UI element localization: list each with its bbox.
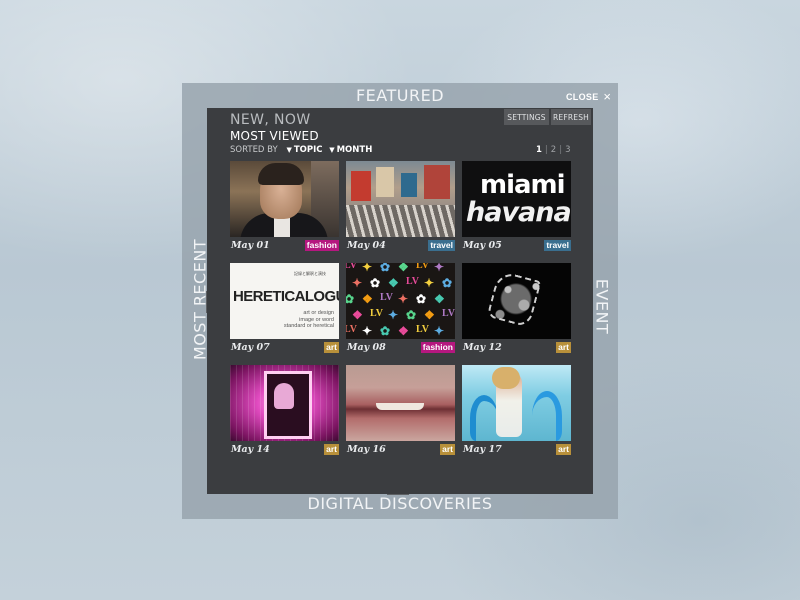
close-label: CLOSE — [566, 92, 599, 102]
thumbnail-image: miami havana — [462, 161, 571, 237]
tile-date: May 04 — [347, 240, 386, 251]
page-1-link[interactable]: 1 — [536, 145, 542, 155]
panel-subtitle: MOST VIEWED — [230, 129, 319, 143]
category-tag[interactable]: art — [324, 444, 339, 455]
monogram-pattern-glyph: LV — [406, 276, 419, 287]
category-tag[interactable]: travel — [428, 240, 455, 251]
tile-date: May 17 — [463, 444, 502, 455]
tile-may-04[interactable]: May 04 travel — [346, 161, 455, 257]
sorted-by-label: SORTED BY — [230, 145, 278, 155]
tile-may-16[interactable]: May 16 art — [346, 365, 455, 461]
tile-date: May 01 — [231, 240, 270, 251]
thumbnail-text: HERETICALOGUE — [233, 288, 339, 305]
thumbnail-image — [230, 161, 339, 237]
close-button[interactable]: CLOSE × — [566, 88, 612, 104]
page-separator: | — [544, 145, 548, 155]
category-tag[interactable]: fashion — [420, 342, 455, 353]
monogram-pattern-glyph: ✦ — [362, 263, 373, 274]
thumbnail-text: art or design image or word standard or … — [283, 310, 334, 329]
tile-may-07[interactable]: 記録と解釈と演技 HERETICALOGUE art or design ima… — [230, 263, 339, 359]
tab-featured[interactable]: FEATURED — [182, 86, 618, 105]
thumbnail-image: LV ✦ ✿ ❖ LV ✦ ✦ ✿ ❖ LV ✦ ✿ ✿ ❖ LV ✦ ✿ ❖ ❖ LV ✦ ✿ ❖ LV LV ✦ ✿ ❖ LV ✦ — [346, 263, 455, 339]
monogram-pattern-glyph: LV — [370, 308, 383, 319]
monogram-pattern-glyph: ✦ — [398, 292, 409, 306]
thumbnail-image — [462, 263, 571, 339]
category-tag[interactable]: art — [556, 444, 571, 455]
monogram-pattern-glyph: ✿ — [416, 292, 427, 306]
monogram-pattern-glyph: ✿ — [370, 276, 381, 290]
tile-date: May 16 — [347, 444, 386, 455]
tile-may-01[interactable]: May 01 fashion — [230, 161, 339, 257]
monogram-pattern-glyph: ✿ — [406, 308, 417, 322]
thumbnail-image: 記録と解釈と演技 HERETICALOGUE art or design ima… — [230, 263, 339, 339]
monogram-pattern-glyph: ✦ — [388, 308, 399, 322]
sort-month-dropdown[interactable]: ▼ MONTH — [329, 145, 372, 155]
tile-may-17[interactable]: May 17 art — [462, 365, 571, 461]
thumbnail-image — [462, 365, 571, 441]
monogram-pattern-glyph: ✿ — [442, 276, 453, 290]
featured-widget-frame: FEATURED DIGITAL DISCOVERIES MOST RECENT… — [182, 83, 618, 519]
tile-may-12[interactable]: May 12 art — [462, 263, 571, 359]
monogram-pattern-glyph: LV — [346, 324, 357, 335]
tile-date: May 07 — [231, 342, 270, 353]
category-tag[interactable]: art — [556, 342, 571, 353]
tile-may-08[interactable]: LV ✦ ✿ ❖ LV ✦ ✦ ✿ ❖ LV ✦ ✿ ✿ ❖ LV ✦ ✿ ❖ ❖ LV ✦ ✿ ❖ LV LV ✦ ✿ ❖ LV ✦ M… — [346, 263, 455, 359]
monogram-pattern-glyph: ✿ — [380, 263, 391, 274]
thumbnail-text: 記録と解釈と演技 — [294, 271, 326, 276]
monogram-pattern-glyph: ❖ — [352, 308, 363, 322]
category-tag[interactable]: art — [440, 444, 455, 455]
monogram-pattern-glyph: ❖ — [388, 276, 399, 290]
monogram-pattern-glyph: ❖ — [398, 324, 409, 338]
monogram-pattern-glyph: ✿ — [380, 324, 391, 338]
thumbnail-text: miami — [480, 170, 566, 200]
monogram-pattern-glyph: LV — [442, 308, 455, 319]
pagination: 1 | 2 | 3 — [536, 145, 571, 155]
content-panel: NEW, NOW MOST VIEWED SORTED BY ▼ TOPIC ▼ M… — [207, 108, 593, 494]
refresh-button[interactable]: REFRESH — [551, 109, 591, 125]
page-separator: | — [559, 145, 563, 155]
page-3-link[interactable]: 3 — [565, 145, 570, 155]
thumbnail-image — [346, 161, 455, 237]
monogram-pattern-glyph: ✦ — [434, 324, 445, 338]
panel-title: NEW, NOW — [230, 112, 311, 128]
monogram-pattern-glyph: LV — [346, 263, 357, 271]
caret-down-icon: ▼ — [329, 146, 335, 154]
sort-month-label: MONTH — [336, 145, 373, 155]
sort-topic-dropdown[interactable]: ▼ TOPIC — [286, 145, 322, 155]
monogram-pattern-glyph: ❖ — [434, 292, 445, 306]
thumbnail-text: havana — [466, 197, 571, 228]
tab-digital-discoveries[interactable]: DIGITAL DISCOVERIES — [182, 494, 618, 513]
monogram-pattern-glyph: LV — [416, 263, 429, 271]
monogram-pattern-glyph: LV — [380, 292, 393, 303]
monogram-pattern-glyph: ✦ — [424, 276, 435, 290]
category-tag[interactable]: travel — [544, 240, 571, 251]
category-tag[interactable]: art — [324, 342, 339, 353]
settings-button[interactable]: SETTINGS — [504, 109, 549, 125]
monogram-pattern-glyph: ❖ — [398, 263, 409, 274]
sort-controls: SORTED BY ▼ TOPIC ▼ MONTH — [230, 145, 372, 155]
sort-topic-label: TOPIC — [293, 145, 323, 155]
tile-date: May 05 — [463, 240, 502, 251]
monogram-pattern-glyph: ✦ — [434, 263, 445, 274]
tile-may-05[interactable]: miami havana May 05 travel — [462, 161, 571, 257]
tile-date: May 14 — [231, 444, 270, 455]
page-2-link[interactable]: 2 — [551, 145, 556, 155]
caret-down-icon: ▼ — [286, 146, 292, 154]
monogram-pattern-glyph: ✦ — [352, 276, 363, 290]
tile-date: May 08 — [347, 342, 386, 353]
monogram-pattern-glyph: ❖ — [362, 292, 373, 306]
monogram-pattern-glyph: ❖ — [424, 308, 435, 322]
tile-date: May 12 — [463, 342, 502, 353]
monogram-pattern-glyph: ✿ — [346, 292, 355, 306]
close-icon: × — [603, 89, 612, 104]
tile-may-14[interactable]: May 14 art — [230, 365, 339, 461]
thumbnail-image — [346, 365, 455, 441]
tab-event[interactable]: EVENT — [593, 259, 612, 355]
thumbnail-image — [230, 365, 339, 441]
category-tag[interactable]: fashion — [304, 240, 339, 251]
monogram-pattern-glyph: LV — [416, 324, 429, 335]
monogram-pattern-glyph: ✦ — [362, 324, 373, 338]
